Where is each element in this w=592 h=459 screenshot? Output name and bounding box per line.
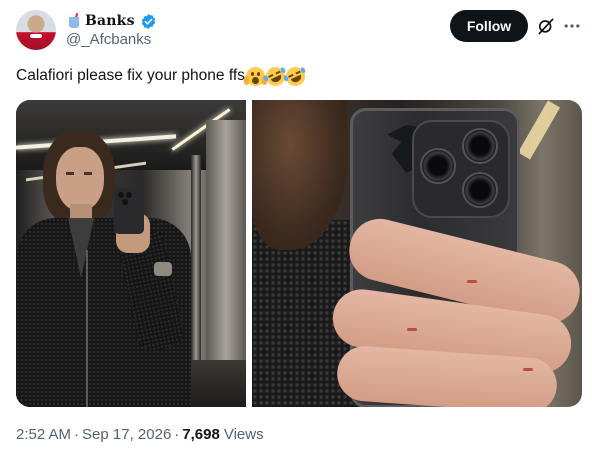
phone-in-hand [114, 188, 144, 234]
tweet-time[interactable]: 2:52 AM [16, 426, 71, 443]
media-grid [16, 100, 582, 407]
hand [327, 212, 582, 407]
more-icon[interactable] [562, 16, 582, 36]
views-label: Views [223, 425, 264, 443]
tweet-text: Calafiori please fix your phone ffs [16, 63, 309, 89]
tweet-meta: 2:52 AM · Sep 17, 2026 · 7,698 Views [16, 424, 264, 444]
media-image-cracked-phone[interactable] [252, 100, 582, 407]
author-name-row[interactable]: Banks [66, 11, 157, 31]
screaming-face-emoji-icon [243, 66, 267, 86]
follow-button[interactable]: Follow [450, 10, 528, 42]
display-name[interactable]: Banks [85, 13, 135, 29]
avatar[interactable] [16, 10, 56, 50]
cup-with-straw-icon [66, 12, 82, 29]
media-image-elevator-selfie[interactable] [16, 100, 246, 407]
person-figure [16, 100, 246, 407]
verified-badge-icon [141, 13, 155, 29]
tweet-text-body: Calafiori please fix your phone ffs [16, 67, 245, 84]
author-handle[interactable]: @_Afcbanks [66, 31, 151, 48]
meta-separator: · [74, 425, 80, 443]
tweet-card: Banks @_Afcbanks Follow Calafiori please… [0, 0, 592, 459]
rolling-laughing-emoji-icon [282, 63, 309, 89]
views-count: 7,698 [182, 425, 220, 443]
grok-icon[interactable] [536, 16, 556, 36]
avatar-jersey [30, 34, 42, 38]
meta-separator: · [174, 425, 180, 443]
tweet-date[interactable]: Sep 17, 2026 [82, 426, 171, 443]
